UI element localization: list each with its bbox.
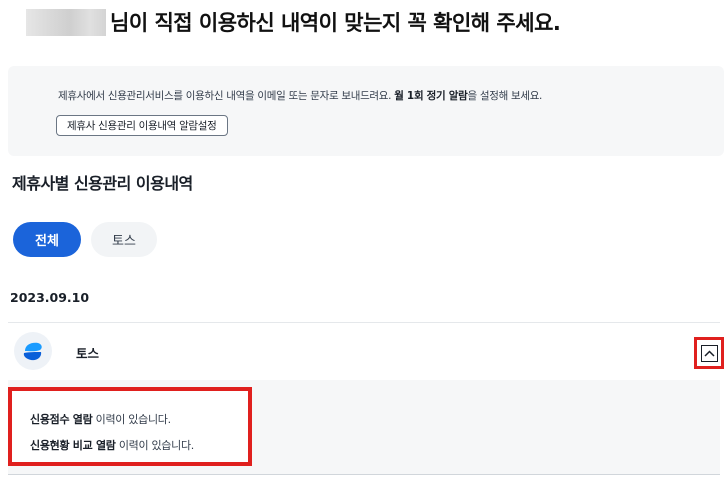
chevron-up-icon	[703, 349, 715, 357]
collapse-button[interactable]	[694, 337, 724, 369]
blurred-user-name	[26, 8, 106, 36]
page-header: 님이 직접 이용하신 내역이 맞는지 꼭 확인해 주세요.	[26, 6, 561, 38]
alarm-settings-button[interactable]: 제휴사 신용관리 이용내역 알람설정	[56, 115, 228, 136]
company-name: 토스	[76, 346, 100, 361]
section-title: 제휴사별 신용관리 이용내역	[12, 174, 193, 193]
company-row[interactable]: 토스	[8, 323, 724, 379]
chevron-box	[700, 344, 718, 362]
detail-highlight-box: 신용점수 열람 이력이 있습니다. 신용현황 비교 열람 이력이 있습니다.	[8, 387, 252, 466]
divider	[8, 474, 720, 475]
tab-all[interactable]: 전체	[13, 222, 81, 257]
toss-logo-icon	[14, 332, 52, 370]
history-date: 2023.09.10	[10, 290, 90, 305]
alarm-notice-box: 제휴사에서 신용관리서비스를 이용하신 내역을 이메일 또는 문자로 보내드려요…	[8, 66, 724, 156]
alarm-notice-text: 제휴사에서 신용관리서비스를 이용하신 내역을 이메일 또는 문자로 보내드려요…	[58, 90, 543, 102]
detail-item-score: 신용점수 열람 이력이 있습니다.	[30, 413, 171, 426]
detail-item-compare: 신용현황 비교 열람 이력이 있습니다.	[30, 439, 194, 452]
page-title: 님이 직접 이용하신 내역이 맞는지 꼭 확인해 주세요.	[110, 11, 561, 35]
tab-toss[interactable]: 토스	[91, 222, 157, 257]
